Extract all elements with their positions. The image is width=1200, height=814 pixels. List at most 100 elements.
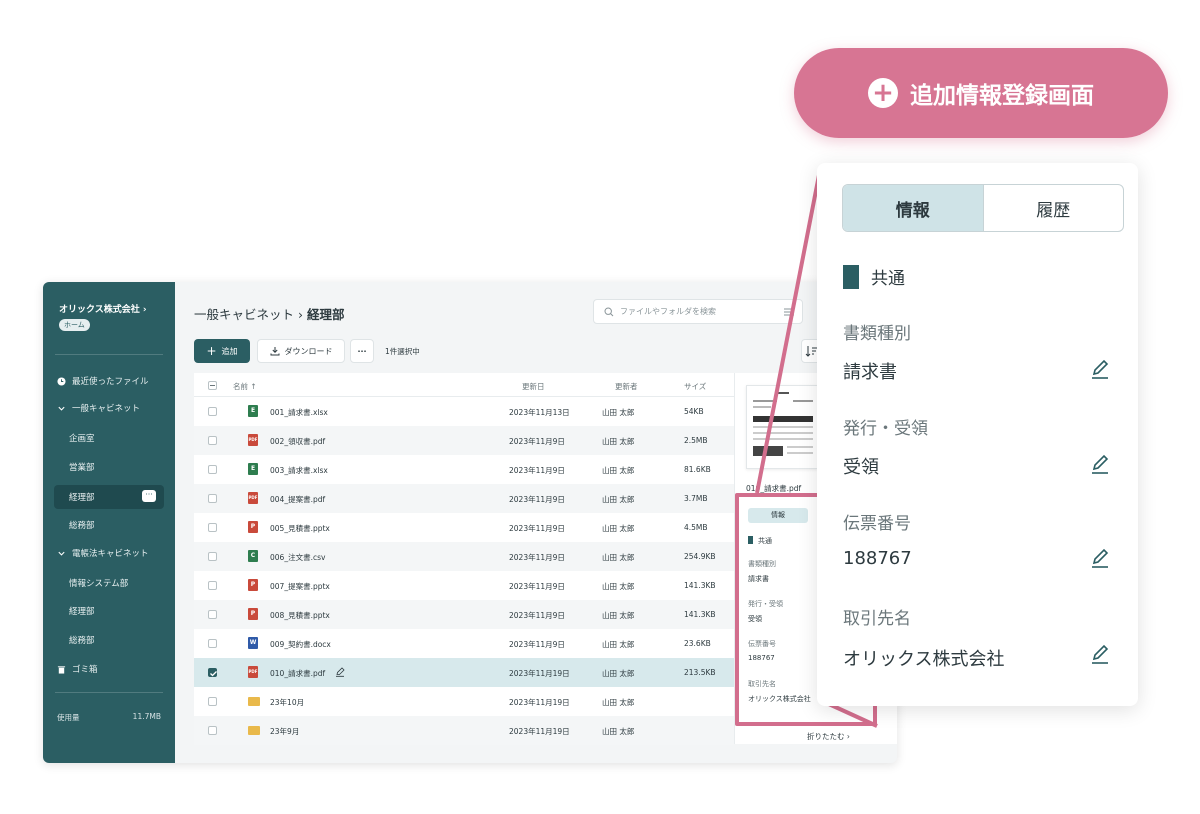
table-header: 名前 ↑ 更新日 更新者 サイズ xyxy=(194,373,734,397)
breadcrumb-parent[interactable]: 一般キャビネット xyxy=(194,307,294,322)
document-thumbnail[interactable] xyxy=(746,385,818,469)
file-name[interactable]: 003_請求書.xlsx xyxy=(270,465,328,476)
file-name[interactable]: 005_見積書.pptx xyxy=(270,523,330,534)
file-size: 23.6KB xyxy=(684,639,711,648)
row-checkbox[interactable] xyxy=(208,639,217,648)
home-badge[interactable]: ホーム xyxy=(59,319,90,331)
tab-history[interactable]: 履歴 xyxy=(984,185,1124,231)
pdf-file-icon: PDF xyxy=(248,434,258,446)
sidebar-item-sales[interactable]: 営業部 xyxy=(69,456,95,478)
row-checkbox[interactable] xyxy=(208,436,217,445)
search-placeholder: ファイルやフォルダを検索 xyxy=(620,307,716,316)
file-name[interactable]: 002_領収書.pdf xyxy=(270,436,325,447)
table-row[interactable]: PDF 010_請求書.pdf 2023年11月19日 山田 太郎 213.5KB xyxy=(194,658,734,687)
download-label: ダウンロード xyxy=(284,346,333,356)
file-name[interactable]: 004_提案書.pdf xyxy=(270,494,325,505)
powerpoint-file-icon: P xyxy=(248,579,258,591)
file-name[interactable]: 008_見積書.pptx xyxy=(270,610,330,621)
file-table: 名前 ↑ 更新日 更新者 サイズ E 001_請求書.xlsx 2023年11月13… xyxy=(194,373,734,745)
select-all-checkbox[interactable] xyxy=(208,381,217,390)
table-row[interactable]: 23年10月 2023年11月19日 山田 太郎 xyxy=(194,687,734,716)
file-updated-date: 2023年11月19日 xyxy=(509,727,570,736)
sidebar-item-recent[interactable]: 最近使ったファイル xyxy=(57,370,149,392)
sidebar-item-trash[interactable]: ゴミ箱 xyxy=(57,658,98,680)
edit-pencil-icon[interactable] xyxy=(1089,358,1111,380)
row-checkbox[interactable] xyxy=(208,523,217,532)
sidebar-item-it[interactable]: 情報システム部 xyxy=(69,572,128,594)
file-name[interactable]: 23年10月 xyxy=(270,697,304,708)
sidebar-item-ebook-cabinet[interactable]: 電帳法キャビネット xyxy=(57,542,149,564)
tab-info[interactable]: 情報 xyxy=(843,185,984,231)
table-row[interactable]: PDF 004_提案書.pdf 2023年11月9日 山田 太郎 3.7MB xyxy=(194,484,734,513)
file-name[interactable]: 009_契約書.docx xyxy=(270,639,331,650)
table-row[interactable]: PDF 002_領収書.pdf 2023年11月9日 山田 太郎 2.5MB xyxy=(194,426,734,455)
file-updated-date: 2023年11月9日 xyxy=(509,553,565,562)
table-row[interactable]: P 007_提案書.pptx 2023年11月9日 山田 太郎 141.3KB xyxy=(194,571,734,600)
sidebar-item-general-cabinet[interactable]: 一般キャビネット xyxy=(57,397,140,419)
file-name[interactable]: 001_請求書.xlsx xyxy=(270,407,328,418)
column-name[interactable]: 名前 ↑ xyxy=(233,381,257,392)
add-button[interactable]: + 追加 xyxy=(194,339,250,363)
sidebar-item-general-affairs[interactable]: 総務部 xyxy=(69,514,95,536)
file-updated-date: 2023年11月9日 xyxy=(509,611,565,620)
file-name[interactable]: 010_請求書.pdf xyxy=(270,668,325,679)
column-updated[interactable]: 更新日 xyxy=(522,381,545,392)
folder-icon xyxy=(248,726,260,735)
sidebar-item-label: ゴミ箱 xyxy=(72,665,98,675)
sidebar-item-label: 企画室 xyxy=(69,434,95,444)
table-row[interactable]: E 001_請求書.xlsx 2023年11月13日 山田 太郎 54KB xyxy=(194,397,734,426)
more-actions-button[interactable]: ··· xyxy=(350,339,374,363)
file-updater: 山田 太郎 xyxy=(602,466,635,475)
sidebar-item-accounting[interactable]: 経理部 ··· xyxy=(54,485,164,509)
row-checkbox[interactable] xyxy=(208,494,217,503)
field-value-doc-type: 請求書 xyxy=(843,362,897,383)
collapse-button[interactable]: 折りたたむ › xyxy=(807,731,850,742)
table-row[interactable]: C 006_注文書.csv 2023年11月9日 山田 太郎 254.9KB xyxy=(194,542,734,571)
table-row[interactable]: E 003_請求書.xlsx 2023年11月9日 山田 太郎 81.6KB xyxy=(194,455,734,484)
row-checkbox[interactable] xyxy=(208,407,217,416)
plus-icon: + xyxy=(206,344,217,358)
filter-icon[interactable] xyxy=(784,308,794,316)
edit-pencil-icon[interactable] xyxy=(1089,453,1111,475)
field-value-slip-number: 188767 xyxy=(843,548,912,569)
file-updated-date: 2023年11月9日 xyxy=(509,582,565,591)
invoice-thumbnail-icon xyxy=(753,392,813,456)
row-checkbox[interactable] xyxy=(208,610,217,619)
storage-usage: 使用量 11.7MB xyxy=(57,712,161,723)
file-name[interactable]: 006_注文書.csv xyxy=(270,552,325,563)
file-size: 4.5MB xyxy=(684,523,708,532)
plus-circle-icon: + xyxy=(868,78,898,108)
row-checkbox[interactable] xyxy=(208,581,217,590)
sidebar-item-planning[interactable]: 企画室 xyxy=(69,427,95,449)
folder-icon xyxy=(248,697,260,706)
row-checkbox[interactable] xyxy=(208,552,217,561)
row-checkbox[interactable] xyxy=(208,697,217,706)
field-value-partner: オリックス株式会社 xyxy=(843,649,1005,670)
row-checkbox[interactable] xyxy=(208,465,217,474)
table-row[interactable]: 23年9月 2023年11月19日 山田 太郎 xyxy=(194,716,734,745)
sidebar-item-accounting-2[interactable]: 経理部 xyxy=(69,600,95,622)
collapse-label: 折りたたむ xyxy=(807,732,845,741)
file-name[interactable]: 23年9月 xyxy=(270,726,299,737)
column-updater[interactable]: 更新者 xyxy=(615,381,638,392)
more-icon[interactable]: ··· xyxy=(142,490,156,502)
row-checkbox[interactable] xyxy=(208,726,217,735)
table-row[interactable]: P 008_見積書.pptx 2023年11月9日 山田 太郎 141.3KB xyxy=(194,600,734,629)
column-size[interactable]: サイズ xyxy=(684,381,706,392)
excel-file-icon: E xyxy=(248,405,258,417)
row-checkbox[interactable] xyxy=(208,668,217,677)
file-size: 81.6KB xyxy=(684,465,711,474)
file-updater: 山田 太郎 xyxy=(602,437,635,446)
table-row[interactable]: W 009_契約書.docx 2023年11月9日 山田 太郎 23.6KB xyxy=(194,629,734,658)
table-row[interactable]: P 005_見積書.pptx 2023年11月9日 山田 太郎 4.5MB xyxy=(194,513,734,542)
rename-pencil-icon[interactable] xyxy=(335,667,345,677)
chevron-down-icon xyxy=(58,551,65,556)
sidebar-item-general-affairs-2[interactable]: 総務部 xyxy=(69,629,95,651)
org-name: オリックス株式会社 xyxy=(59,305,140,315)
org-switcher[interactable]: オリックス株式会社 › xyxy=(59,302,147,315)
edit-pencil-icon[interactable] xyxy=(1089,547,1111,569)
download-button[interactable]: ダウンロード xyxy=(257,339,345,363)
file-name[interactable]: 007_提案書.pptx xyxy=(270,581,330,592)
edit-pencil-icon[interactable] xyxy=(1089,643,1111,665)
search-input[interactable]: ファイルやフォルダを検索 xyxy=(593,299,803,324)
